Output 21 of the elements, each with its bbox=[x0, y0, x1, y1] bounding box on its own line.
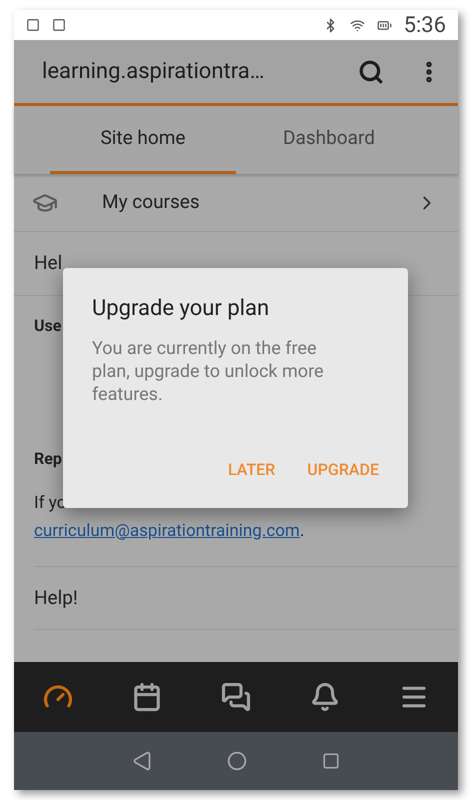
tab[interactable]: Site home bbox=[50, 106, 236, 174]
wifi-icon bbox=[350, 18, 365, 32]
status-time: 5:36 bbox=[404, 12, 446, 40]
menu-item[interactable]: My courses bbox=[14, 174, 458, 232]
toolbar-title: learning.aspirationtra… bbox=[42, 58, 266, 86]
tab[interactable]: Dashboard bbox=[236, 106, 422, 174]
home-icon[interactable] bbox=[226, 751, 247, 771]
menu-item-label: My courses bbox=[102, 189, 201, 216]
section-heading: Rep bbox=[34, 448, 62, 470]
email-link[interactable]: curriculum@aspirationtraining.com bbox=[34, 520, 300, 540]
calendar-icon[interactable] bbox=[132, 682, 162, 712]
back-icon[interactable] bbox=[132, 751, 152, 771]
recents-icon[interactable] bbox=[322, 752, 340, 770]
period-text: . bbox=[300, 520, 304, 540]
menu-item[interactable]: Help! bbox=[34, 566, 458, 630]
dialog-title: Upgrade your plan bbox=[92, 295, 270, 323]
dialog-message: You are currently on the free plan, upgrade to unlock more features. bbox=[92, 337, 325, 406]
section-heading: Use bbox=[34, 315, 62, 337]
chat-bubbles-icon[interactable] bbox=[220, 682, 251, 712]
bell-icon[interactable] bbox=[310, 682, 340, 712]
search-icon[interactable] bbox=[358, 58, 384, 84]
